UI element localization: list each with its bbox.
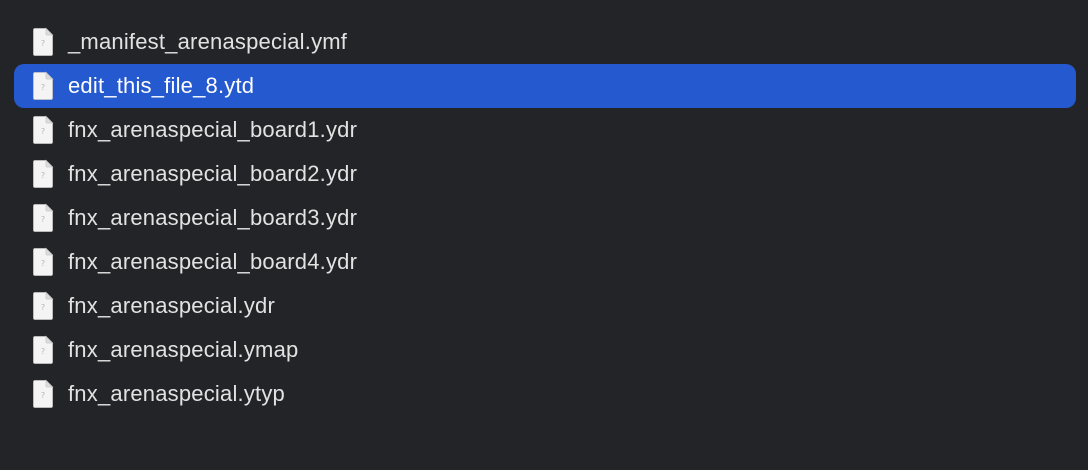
file-row[interactable]: ? fnx_arenaspecial.ytyp	[14, 372, 1076, 416]
file-row[interactable]: ? fnx_arenaspecial_board4.ydr	[14, 240, 1076, 284]
file-list: ? _manifest_arenaspecial.ymf ? edit_this…	[14, 20, 1076, 416]
generic-document-icon: ?	[31, 291, 55, 321]
generic-document-icon: ?	[31, 159, 55, 189]
file-row[interactable]: ? fnx_arenaspecial.ydr	[14, 284, 1076, 328]
file-name: fnx_arenaspecial.ydr	[68, 293, 276, 318]
file-row[interactable]: ? fnx_arenaspecial_board2.ydr	[14, 152, 1076, 196]
svg-text:?: ?	[41, 347, 45, 356]
svg-text:?: ?	[41, 391, 45, 400]
generic-document-icon: ?	[31, 71, 55, 101]
file-row[interactable]: ? edit_this_file_8.ytd	[14, 64, 1076, 108]
svg-text:?: ?	[41, 215, 45, 224]
svg-text:?: ?	[41, 259, 45, 268]
file-row[interactable]: ? fnx_arenaspecial.ymap	[14, 328, 1076, 372]
svg-text:?: ?	[41, 83, 45, 92]
file-name: _manifest_arenaspecial.ymf	[68, 29, 348, 54]
file-name: edit_this_file_8.ytd	[68, 73, 255, 98]
file-name: fnx_arenaspecial_board3.ydr	[68, 205, 358, 230]
file-row[interactable]: ? _manifest_arenaspecial.ymf	[14, 20, 1076, 64]
svg-text:?: ?	[41, 171, 45, 180]
svg-text:?: ?	[41, 127, 45, 136]
generic-document-icon: ?	[31, 115, 55, 145]
file-name: fnx_arenaspecial_board4.ydr	[68, 249, 358, 274]
file-row[interactable]: ? fnx_arenaspecial_board1.ydr	[14, 108, 1076, 152]
svg-text:?: ?	[41, 39, 45, 48]
file-name: fnx_arenaspecial_board2.ydr	[68, 161, 358, 186]
file-name: fnx_arenaspecial.ytyp	[68, 381, 285, 406]
generic-document-icon: ?	[31, 247, 55, 277]
file-name: fnx_arenaspecial_board1.ydr	[68, 117, 358, 142]
generic-document-icon: ?	[31, 27, 55, 57]
generic-document-icon: ?	[31, 379, 55, 409]
generic-document-icon: ?	[31, 203, 55, 233]
file-row[interactable]: ? fnx_arenaspecial_board3.ydr	[14, 196, 1076, 240]
svg-text:?: ?	[41, 303, 45, 312]
generic-document-icon: ?	[31, 335, 55, 365]
file-name: fnx_arenaspecial.ymap	[68, 337, 299, 362]
